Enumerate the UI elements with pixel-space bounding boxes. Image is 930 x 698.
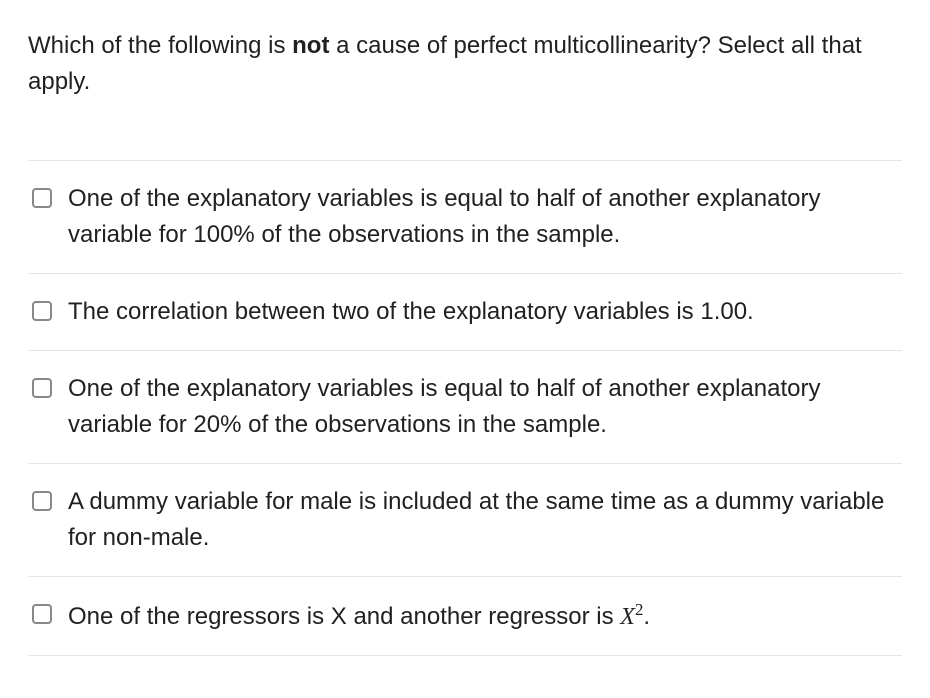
option-label: One of the regressors is X and another r… [68, 597, 892, 635]
options-list: One of the explanatory variables is equa… [28, 160, 902, 656]
option-label: One of the explanatory variables is equa… [68, 181, 892, 253]
option-row[interactable]: A dummy variable for male is included at… [28, 464, 902, 577]
checkbox[interactable] [32, 301, 52, 321]
checkbox[interactable] [32, 378, 52, 398]
checkbox[interactable] [32, 491, 52, 511]
option-label: A dummy variable for male is included at… [68, 484, 892, 556]
option-text-suffix: . [643, 603, 650, 630]
option-row[interactable]: One of the explanatory variables is equa… [28, 161, 902, 274]
option-row[interactable]: One of the explanatory variables is equa… [28, 351, 902, 464]
question-prefix: Which of the following is [28, 32, 292, 59]
option-row[interactable]: One of the regressors is X and another r… [28, 577, 902, 656]
option-text-prefix: One of the regressors is X and another r… [68, 603, 620, 630]
option-label: One of the explanatory variables is equa… [68, 371, 892, 443]
checkbox[interactable] [32, 604, 52, 624]
checkbox[interactable] [32, 188, 52, 208]
option-label: The correlation between two of the expla… [68, 294, 892, 330]
math-variable: X [620, 604, 635, 630]
question-text: Which of the following is not a cause of… [28, 28, 902, 100]
option-row[interactable]: The correlation between two of the expla… [28, 274, 902, 351]
question-bold: not [292, 32, 329, 59]
